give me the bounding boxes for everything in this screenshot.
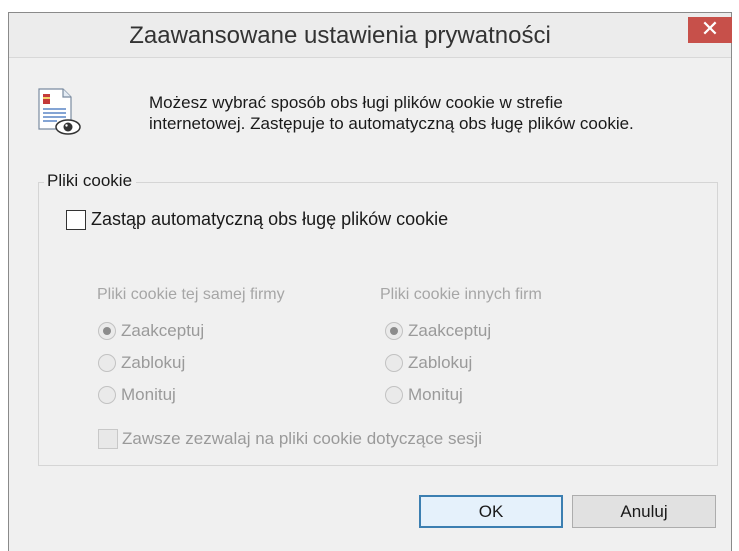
third-party-block-label[interactable]: Zablokuj	[408, 353, 472, 373]
first-party-accept-label[interactable]: Zaakceptuj	[121, 321, 204, 341]
third-party-heading: Pliki cookie innych firm	[380, 286, 542, 303]
session-cookies-checkbox[interactable]	[98, 429, 118, 449]
override-checkbox[interactable]	[66, 210, 86, 230]
first-party-prompt-label[interactable]: Monituj	[121, 385, 176, 405]
session-cookies-label[interactable]: Zawsze zezwalaj na pliki cookie dotycząc…	[122, 429, 482, 449]
third-party-prompt-label[interactable]: Monituj	[408, 385, 463, 405]
cookie-group-label: Pliki cookie	[44, 171, 137, 191]
ok-button[interactable]: OK	[419, 495, 563, 528]
first-party-heading: Pliki cookie tej samej firmy	[97, 286, 285, 303]
first-party-prompt-radio[interactable]	[98, 386, 116, 404]
third-party-accept-radio[interactable]	[385, 322, 403, 340]
first-party-block-label[interactable]: Zablokuj	[121, 353, 185, 373]
first-party-block-radio[interactable]	[98, 354, 116, 372]
title-bar[interactable]: Zaawansowane ustawienia prywatności ✕	[9, 13, 732, 57]
cancel-button[interactable]: Anuluj	[572, 495, 716, 528]
third-party-block-radio[interactable]	[385, 354, 403, 372]
intro-line-2: internetowej. Zastępuje to automatyczną …	[149, 114, 634, 133]
override-label[interactable]: Zastąp automatyczną obs ługę plików cook…	[91, 209, 448, 230]
third-party-prompt-radio[interactable]	[385, 386, 403, 404]
intro-line-1: Możesz wybrać sposób obs ługi plików coo…	[149, 93, 563, 112]
close-icon: ✕	[700, 17, 720, 42]
document-eye-icon	[38, 88, 81, 135]
close-button[interactable]: ✕	[688, 17, 732, 43]
dialog-content: Możesz wybrać sposób obs ługi plików coo…	[9, 57, 731, 551]
privacy-dialog: Zaawansowane ustawienia prywatności ✕ Mo…	[8, 12, 732, 551]
intro-text: Możesz wybrać sposób obs ługi plików coo…	[149, 92, 729, 134]
dialog-title: Zaawansowane ustawienia prywatności	[129, 22, 551, 49]
third-party-accept-label[interactable]: Zaakceptuj	[408, 321, 491, 341]
first-party-accept-radio[interactable]	[98, 322, 116, 340]
